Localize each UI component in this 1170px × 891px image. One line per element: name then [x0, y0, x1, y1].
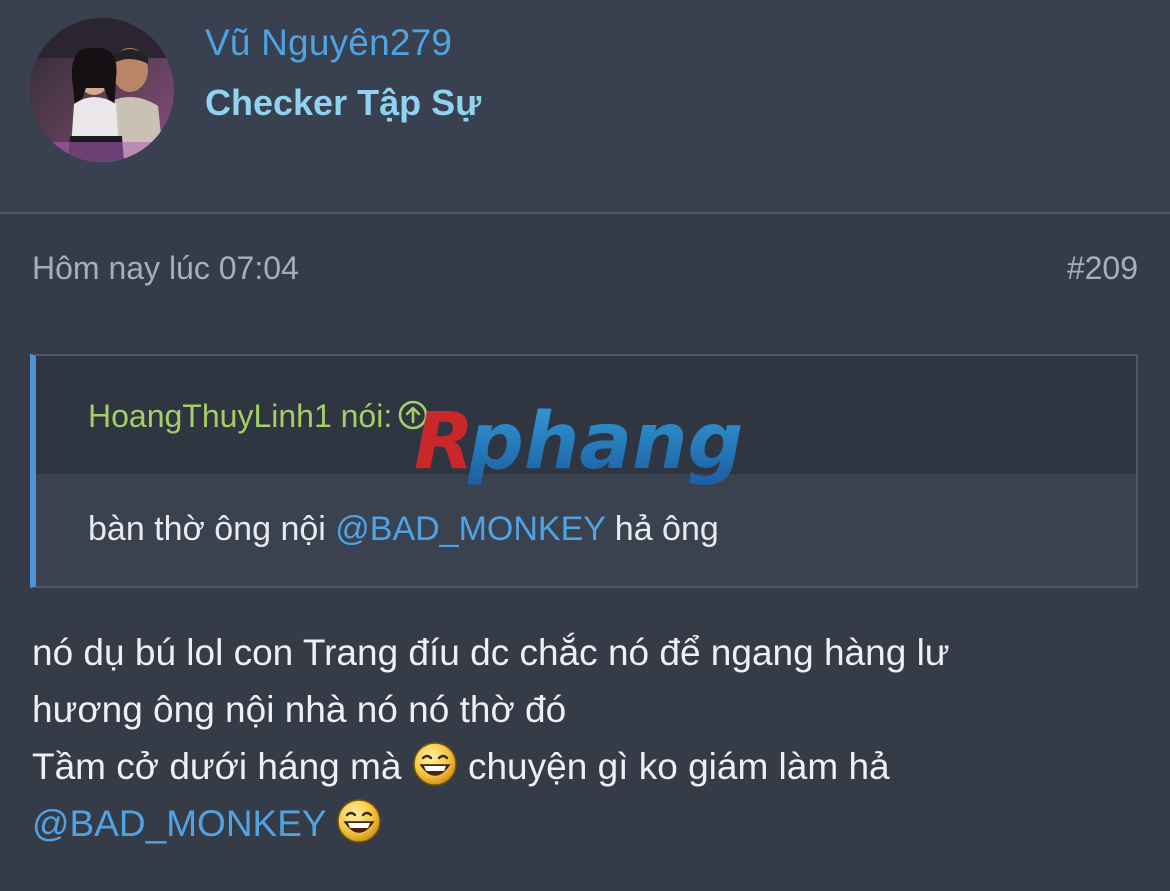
quote-text-after: hả ông — [605, 510, 719, 548]
post-body-line-1: nó dụ bú lol con Trang đíu dc chắc nó để… — [32, 632, 950, 673]
body-mention-link[interactable]: @BAD_MONKEY — [32, 803, 326, 844]
watermark-logo: R phang — [408, 397, 768, 498]
laughing-emoji-icon — [336, 798, 382, 844]
username[interactable]: Vũ Nguyên279 — [205, 22, 452, 64]
post-number[interactable]: #209 — [1067, 250, 1138, 287]
post-body: nó dụ bú lol con Trang đíu dc chắc nó để… — [32, 624, 1142, 852]
post-body-line-3: Tầm cở dưới háng mà chuyện gì ko giám là… — [32, 738, 1142, 795]
svg-text:R: R — [414, 398, 474, 487]
post-body-line-2: hương ông nội nhà nó nó thờ đó — [32, 689, 567, 730]
post-body-line-3-after: chuyện gì ko giám làm hả — [457, 746, 890, 787]
quote-text-before: bàn thờ ông nội — [88, 510, 336, 548]
user-title: Checker Tập Sự — [205, 82, 482, 123]
avatar-photo — [30, 18, 174, 162]
post-body-line-4: @BAD_MONKEY — [32, 795, 1142, 852]
svg-text:phang: phang — [467, 398, 743, 487]
user-header: Vũ Nguyên279 Checker Tập Sự — [0, 0, 1170, 214]
laughing-emoji-icon — [412, 741, 458, 787]
post-time[interactable]: Hôm nay lúc 07:04 — [32, 250, 299, 287]
avatar[interactable] — [30, 18, 174, 162]
quote-mention-link[interactable]: @BAD_MONKEY — [335, 510, 605, 548]
post-body-line-3-before: Tầm cở dưới háng mà — [32, 746, 412, 787]
quote-text: bàn thờ ông nội @BAD_MONKEY hả ông — [88, 510, 719, 549]
quote-author-link[interactable]: HoangThuyLinh1 nói: — [88, 398, 428, 438]
quote-author-label: HoangThuyLinh1 nói: — [88, 398, 393, 434]
